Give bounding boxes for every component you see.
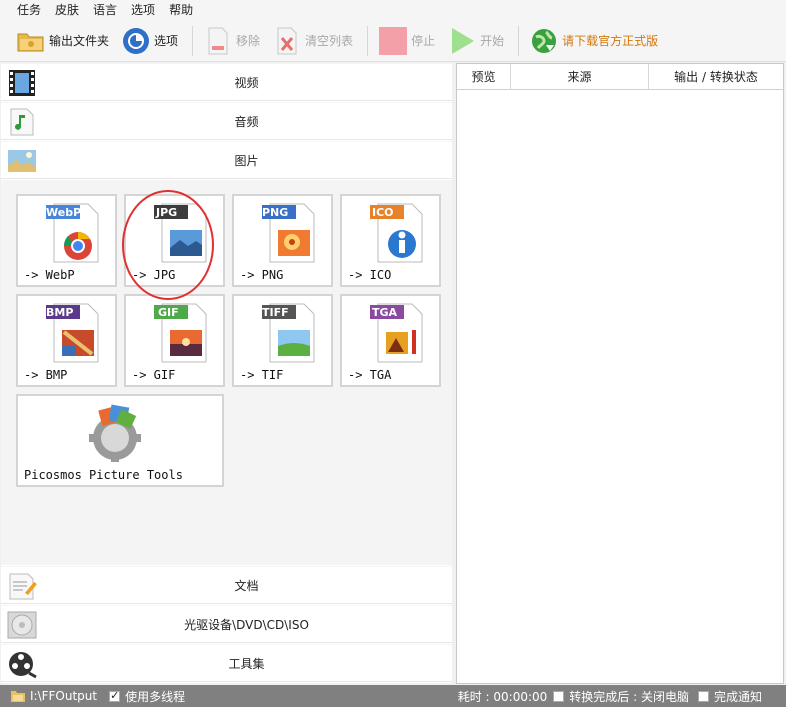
options-gear-icon (121, 26, 151, 56)
tile-tiff[interactable]: TIFF -> TIF (232, 294, 333, 387)
start-button[interactable]: 开始 (443, 24, 508, 58)
category-video[interactable]: 视频 (1, 63, 452, 101)
category-document-label: 文档 (234, 579, 259, 593)
category-tools[interactable]: 工具集 (1, 644, 452, 682)
stop-button[interactable]: 停止 (374, 24, 439, 58)
tile-ico-label: -> ICO (348, 268, 392, 282)
tile-tiff-label: -> TIF (240, 368, 284, 382)
clear-list-icon (272, 26, 302, 56)
task-list-panel: 预览 来源 输出 / 转换状态 (456, 63, 784, 684)
film-strip-icon (7, 68, 37, 98)
menu-options[interactable]: 选项 (124, 0, 162, 20)
category-tools-label: 工具集 (228, 657, 265, 671)
after-conversion-label: 转换完成后 : 关闭电脑 (569, 689, 689, 704)
remove-button[interactable]: 移除 (199, 24, 264, 58)
stop-label: 停止 (411, 34, 436, 48)
category-picture[interactable]: 图片 (1, 141, 452, 179)
completion-notify-checkbox[interactable] (697, 690, 709, 702)
download-official-label: 请下载官方正式版 (562, 34, 659, 48)
tile-png[interactable]: PNG -> PNG (232, 194, 333, 287)
tile-webp[interactable]: WebP -> WebP (16, 194, 117, 287)
tile-jpg-label: -> JPG (132, 268, 176, 282)
document-pencil-icon (7, 571, 37, 601)
task-list-header: 预览 来源 输出 / 转换状态 (457, 64, 783, 90)
category-audio-label: 音频 (234, 115, 259, 129)
tile-webp-label: -> WebP (24, 268, 75, 282)
options-button[interactable]: 选项 (117, 24, 182, 58)
output-path[interactable]: I:\FFOutput (30, 689, 97, 703)
tile-tga-label: -> TGA (348, 368, 392, 382)
column-preview[interactable]: 预览 (457, 64, 511, 89)
globe-icon (529, 26, 559, 56)
tile-tga[interactable]: TGA -> TGA (340, 294, 441, 387)
download-official-button[interactable]: 请下载官方正式版 (525, 24, 662, 58)
tile-bmp[interactable]: BMP -> BMP (16, 294, 117, 387)
tile-picosmos-tools-label: Picosmos Picture Tools (24, 468, 183, 482)
remove-document-icon (203, 26, 233, 56)
landscape-picture-icon (7, 146, 37, 176)
category-picture-label: 图片 (234, 154, 259, 168)
clear-list-label: 清空列表 (305, 34, 354, 48)
category-panel: 视频 音频 图片 WebP -> WebP JPG -> JPG PNG -> … (1, 63, 452, 683)
menu-bar: 任务 皮肤 语言 选项 帮助 (0, 0, 786, 20)
menu-language[interactable]: 语言 (86, 0, 124, 20)
completion-notify-label: 完成通知 (713, 689, 762, 704)
output-folder-label: 输出文件夹 (49, 34, 110, 48)
category-document[interactable]: 文档 (1, 566, 452, 604)
play-icon (447, 26, 477, 56)
clear-list-button[interactable]: 清空列表 (268, 24, 357, 58)
toolbar: 输出文件夹 选项 移除 清空列表 停止 开始 请下载官方正式版 (0, 20, 786, 62)
after-conversion-checkbox[interactable] (553, 690, 565, 702)
output-folder-button[interactable]: 输出文件夹 (12, 24, 113, 58)
tile-gif-label: -> GIF (132, 368, 176, 382)
elapsed-time: 耗时 : 00:00:00 (457, 689, 548, 704)
category-optical-drive[interactable]: 光驱设备\DVD\CD\ISO (1, 605, 452, 643)
stop-icon (378, 26, 408, 56)
film-reel-icon (7, 649, 37, 679)
toolbar-separator (518, 25, 520, 56)
tile-picosmos-tools[interactable]: Picosmos Picture Tools (16, 394, 224, 487)
remove-label: 移除 (236, 34, 261, 48)
picosmos-gear-icon (89, 404, 141, 462)
options-label: 选项 (154, 34, 179, 48)
tile-ico[interactable]: ICO -> ICO (340, 194, 441, 287)
tile-bmp-label: -> BMP (24, 368, 68, 382)
tile-jpg[interactable]: JPG -> JPG (124, 194, 225, 287)
menu-help[interactable]: 帮助 (162, 0, 200, 20)
tile-png-badge: PNG (262, 206, 289, 219)
tile-webp-badge: WebP (46, 206, 82, 219)
tile-gif[interactable]: GIF -> GIF (124, 294, 225, 387)
tile-gif-badge: GIF (158, 306, 179, 319)
multithread-checkbox[interactable] (109, 689, 121, 702)
toolbar-separator (367, 25, 369, 56)
output-folder-icon[interactable] (10, 689, 26, 703)
start-label: 开始 (480, 34, 505, 48)
category-optical-drive-label: 光驱设备\DVD\CD\ISO (184, 618, 309, 632)
folder-icon (16, 26, 46, 56)
music-note-icon (7, 107, 37, 137)
category-video-label: 视频 (234, 76, 259, 90)
disc-drive-icon (7, 610, 37, 640)
status-bar: I:\FFOutput 使用多线程 耗时 : 00:00:00 转换完成后 : … (0, 685, 786, 707)
toolbar-separator (192, 25, 194, 56)
tile-tga-badge: TGA (372, 306, 398, 319)
multithread-label: 使用多线程 (125, 689, 186, 704)
tile-jpg-badge: JPG (156, 206, 178, 219)
tile-png-label: -> PNG (240, 268, 284, 282)
tile-ico-badge: ICO (372, 206, 394, 219)
menu-task[interactable]: 任务 (10, 0, 48, 20)
tile-bmp-badge: BMP (46, 306, 74, 319)
column-source[interactable]: 来源 (511, 64, 649, 89)
column-output-status[interactable]: 输出 / 转换状态 (649, 64, 783, 89)
category-audio[interactable]: 音频 (1, 102, 452, 140)
menu-skin[interactable]: 皮肤 (48, 0, 86, 20)
tile-tiff-badge: TIFF (262, 306, 289, 319)
